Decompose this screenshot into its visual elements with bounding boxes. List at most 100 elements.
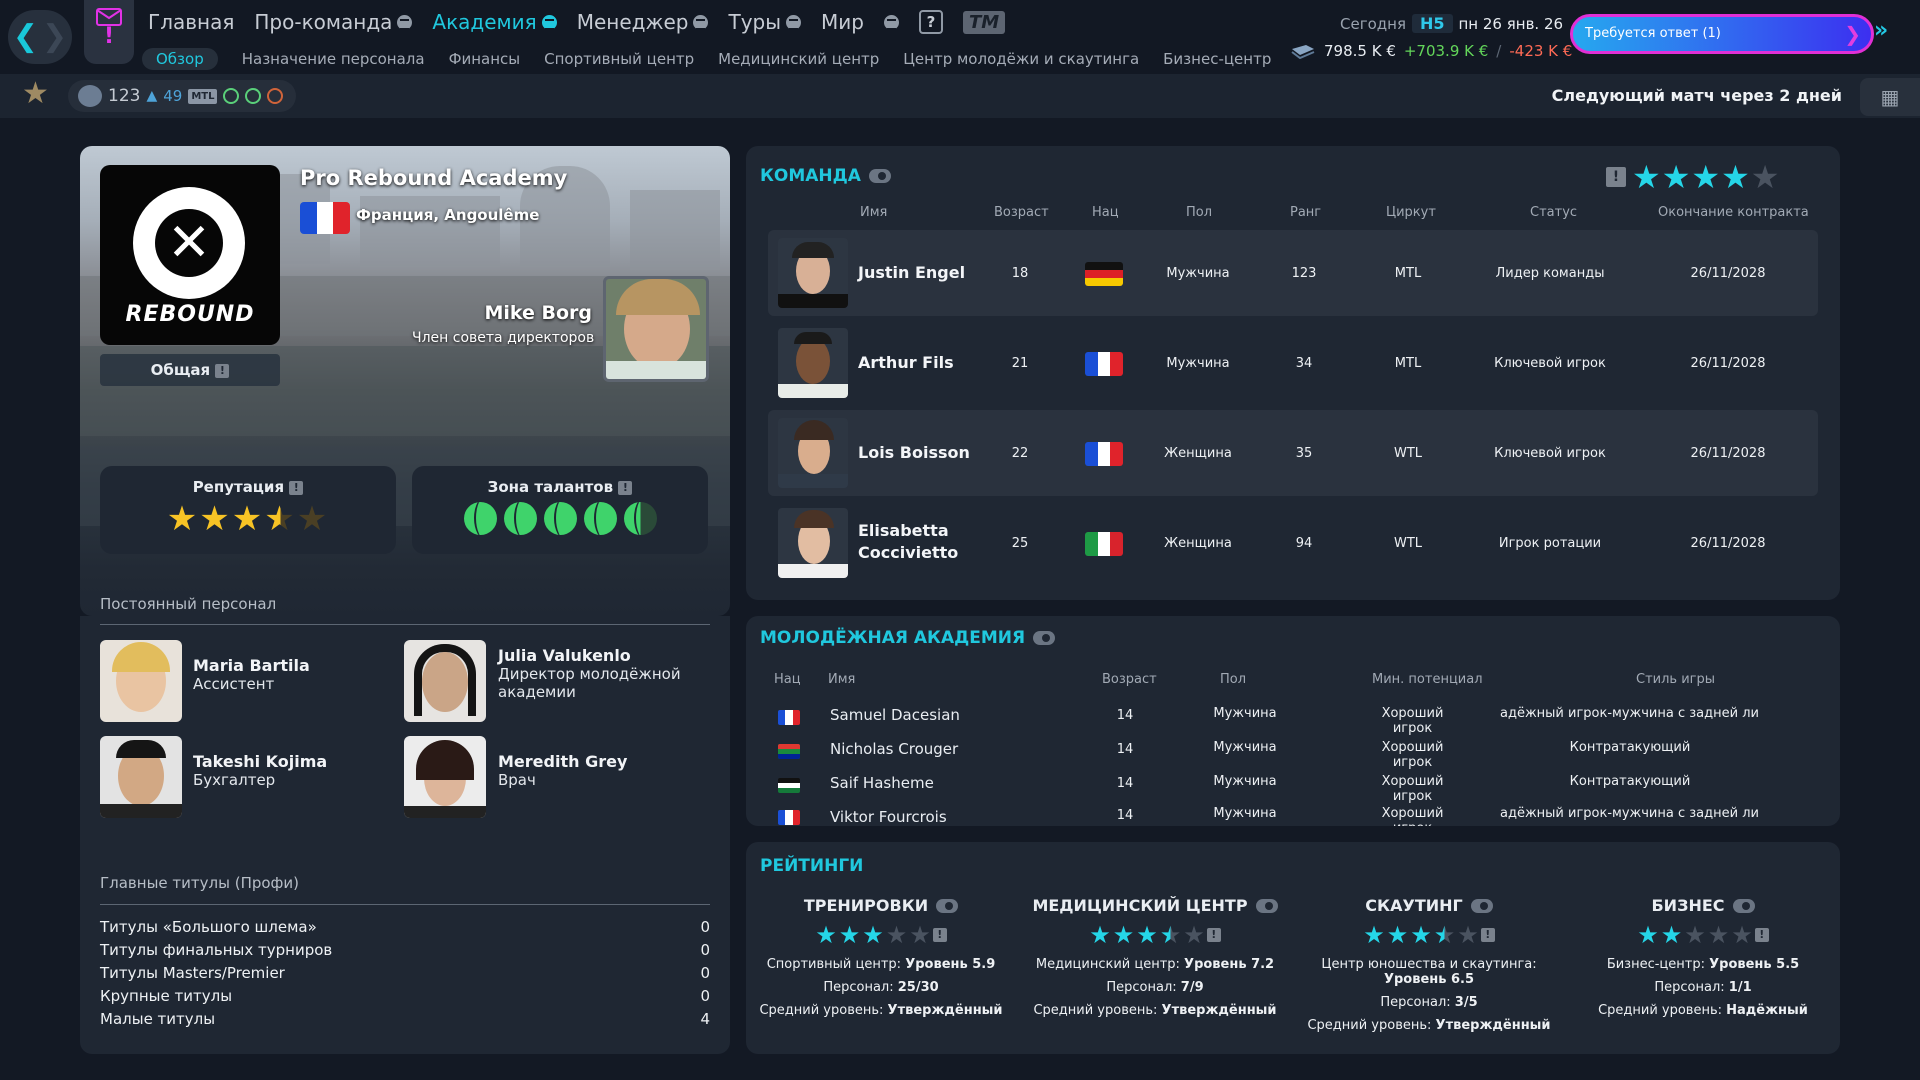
menu-label: Туры: [728, 10, 782, 34]
info-icon[interactable]: !: [618, 480, 633, 495]
menu-item-pro-team[interactable]: Про-команда: [254, 10, 413, 34]
table-row[interactable]: Nicholas Crouger 14 Мужчина Хороший игро…: [760, 734, 1810, 770]
column-header-rank: Ранг: [1290, 205, 1322, 220]
staff-label: Персонал:: [1106, 980, 1177, 995]
info-icon[interactable]: !: [215, 363, 230, 378]
tab-sports-center[interactable]: Спортивный центр: [544, 50, 694, 68]
tab-business-center[interactable]: Бизнес-центр: [1163, 50, 1271, 68]
main-menu: Главная Про-команда Академия Менеджер Ту…: [148, 10, 1006, 34]
menu-item-tours[interactable]: Туры: [728, 10, 802, 34]
youth-gender: Мужчина: [1213, 706, 1277, 721]
tab-staff-assignment[interactable]: Назначение персонала: [242, 50, 425, 68]
info-icon[interactable]: !: [932, 928, 947, 942]
logo-ring: ✕: [133, 187, 245, 299]
youth-name[interactable]: Saif Hasheme: [830, 774, 934, 792]
response-required-button[interactable]: Требуется ответ (1) ❯: [1570, 14, 1874, 54]
france-flag-icon: [1085, 352, 1123, 376]
tab-medical-center[interactable]: Медицинский центр: [718, 50, 879, 68]
column-header-circuit: Циркут: [1386, 205, 1436, 220]
staff-member[interactable]: Meredith Grey Врач: [498, 752, 627, 789]
italy-flag-icon: [1085, 532, 1123, 556]
staff-portrait[interactable]: [100, 736, 182, 818]
trend-up-icon: ▲: [146, 88, 158, 104]
info-icon[interactable]: !: [1754, 928, 1769, 942]
status-bar: ★ 123 ▲ 49 MTL Следующий матч через 2 дн…: [0, 74, 1920, 118]
expense-value: -423 K €: [1509, 42, 1573, 60]
player-status-pill[interactable]: 123 ▲ 49 MTL: [68, 80, 296, 112]
contract-end: 26/11/2028: [1690, 266, 1766, 281]
inbox-button[interactable]: !: [84, 0, 134, 64]
menu-item-home[interactable]: Главная: [148, 10, 234, 34]
reputation-stars: ★★★★★: [166, 499, 330, 539]
manager-name[interactable]: Mike Borg: [292, 302, 592, 324]
staff-role: Ассистент: [193, 675, 275, 693]
info-icon[interactable]: !: [289, 480, 304, 495]
favorite-star-icon[interactable]: ★: [22, 76, 49, 111]
column-header-contract: Окончание контракта: [1658, 205, 1809, 220]
calendar-icon[interactable]: ▦: [1860, 78, 1920, 116]
menu-item-manager[interactable]: Менеджер: [577, 10, 709, 34]
staff-label: Персонал:: [823, 980, 894, 995]
info-icon[interactable]: !: [1480, 928, 1495, 942]
title-count: 4: [700, 1010, 710, 1028]
general-tab[interactable]: Общая !: [100, 354, 280, 386]
table-row[interactable]: Viktor Fourcrois 14 Мужчина Хороший игро…: [760, 800, 1810, 826]
titles-title: Главные титулы (Профи): [100, 874, 299, 892]
youth-style: адёжный игрок-мужчина с задней лини: [1500, 806, 1760, 821]
tm-logo[interactable]: TM: [962, 10, 1006, 34]
history-nav-button[interactable]: ❮ ❯: [8, 10, 72, 64]
column-header-name: Имя: [860, 205, 888, 220]
manager-role: Член совета директоров: [412, 330, 595, 346]
contract-end: 26/11/2028: [1690, 536, 1766, 551]
eye-icon[interactable]: [1255, 898, 1278, 913]
youth-name[interactable]: Viktor Fourcrois: [830, 808, 947, 826]
player-name[interactable]: Lois Boisson: [858, 442, 970, 464]
staff-member[interactable]: Maria Bartila Ассистент: [193, 656, 310, 693]
column-header-status: Статус: [1530, 205, 1578, 220]
help-icon[interactable]: ?: [918, 10, 943, 34]
menu-item-world[interactable]: Мир: [821, 10, 864, 34]
info-icon[interactable]: !: [1206, 928, 1221, 942]
youth-name[interactable]: Samuel Dacesian: [830, 706, 960, 724]
youth-age: 14: [1116, 808, 1134, 823]
ratings-title: РЕЙТИНГИ: [760, 856, 863, 876]
tennis-ball-icon: [503, 502, 537, 535]
staff-portrait[interactable]: [404, 640, 486, 722]
staff-name: Julia Valukenlo: [498, 646, 631, 665]
tab-finances[interactable]: Финансы: [449, 50, 521, 68]
chevron-right-icon[interactable]: ❯: [42, 22, 67, 52]
staff-portrait[interactable]: [404, 736, 486, 818]
eye-icon[interactable]: [1470, 898, 1493, 913]
staff-member[interactable]: Julia Valukenlo Директор молодёжной акаде…: [498, 646, 698, 701]
youth-name[interactable]: Nicholas Crouger: [830, 740, 958, 758]
player-name[interactable]: Elisabetta Cocciviet­to: [858, 520, 968, 564]
manager-portrait[interactable]: [603, 276, 709, 382]
alert-label: Требуется ответ (1): [1585, 26, 1721, 41]
status-count: 123: [108, 86, 141, 106]
eye-icon[interactable]: [1033, 631, 1056, 645]
player-gender: Мужчина: [1166, 356, 1230, 371]
eye-icon[interactable]: [936, 898, 959, 913]
player-name[interactable]: Arthur Fils: [858, 352, 954, 374]
table-row[interactable]: Saif Hasheme 14 Мужчина Хороший игрок Ко…: [760, 768, 1810, 804]
youth-gender: Мужчина: [1213, 774, 1277, 789]
menu-item-academy[interactable]: Академия: [432, 10, 557, 34]
chevron-left-icon[interactable]: ❮: [13, 22, 38, 52]
staff-member[interactable]: Takeshi Kojima Бухгалтер: [193, 752, 327, 789]
info-icon[interactable]: !: [1606, 167, 1626, 187]
staff-portrait[interactable]: [100, 640, 182, 722]
staff-label: Персонал:: [1380, 995, 1451, 1010]
eye-icon[interactable]: [1732, 898, 1755, 913]
rating-business: БИЗНЕС ★ ★ ★ ★ ★! Бизнес-центр: Уровень 5.5 …: [1568, 896, 1838, 1018]
player-age: 25: [1011, 536, 1029, 551]
title-label: Малые титулы: [100, 1010, 216, 1028]
eye-icon[interactable]: [868, 169, 891, 183]
youth-age: 14: [1116, 742, 1134, 757]
tab-overview[interactable]: Обзор: [142, 48, 218, 70]
double-chevron-icon[interactable]: »: [1874, 18, 1888, 43]
tab-youth-scouting[interactable]: Центр молодёжи и скаутинга: [903, 50, 1139, 68]
world-submenu-icon[interactable]: [883, 14, 899, 30]
table-row[interactable]: Samuel Dacesian 14 Мужчина Хороший игрок…: [760, 700, 1810, 736]
player-name[interactable]: Justin Engel: [858, 262, 965, 284]
rating-name: СКАУТИНГ: [1365, 896, 1463, 915]
